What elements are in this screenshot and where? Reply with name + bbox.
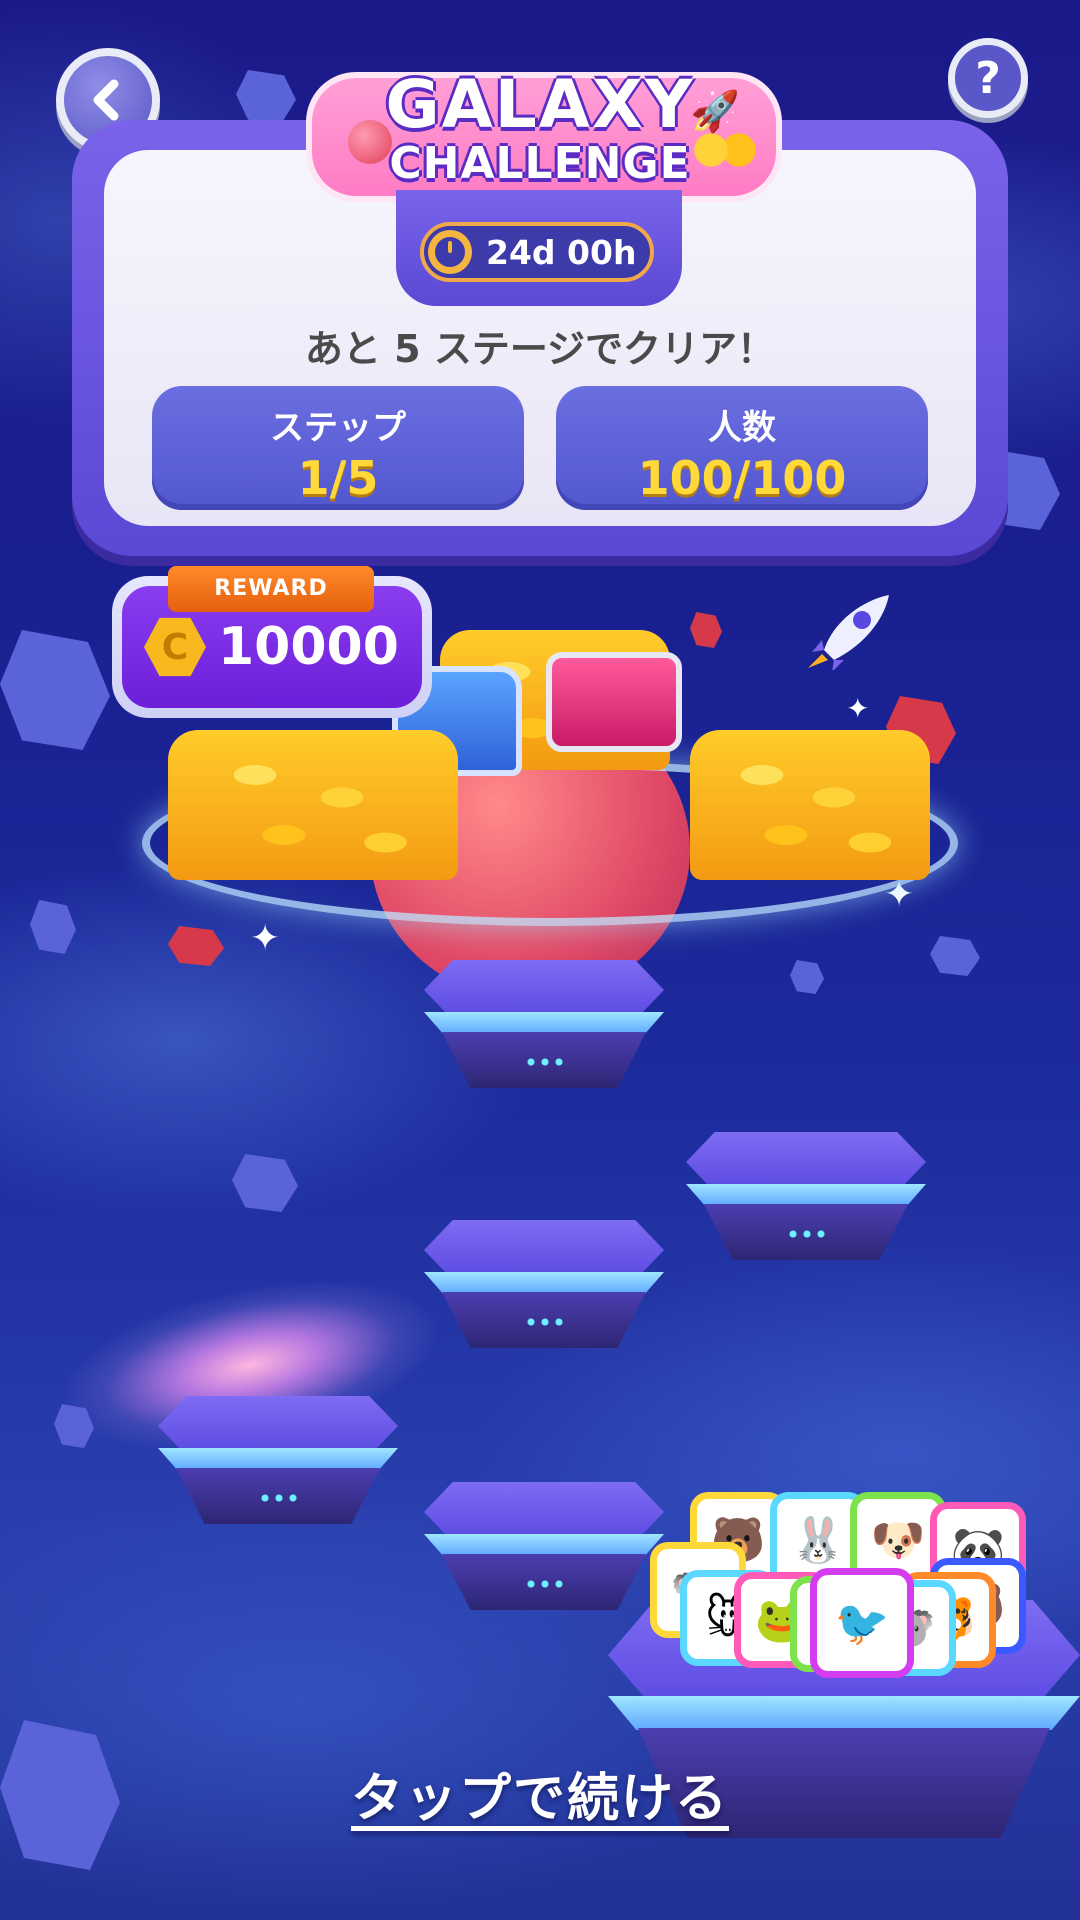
tap-to-continue-button[interactable]: タップで続ける	[340, 1756, 740, 1831]
timer-text: 24d 00h	[486, 232, 637, 272]
step-platform-5[interactable]	[424, 960, 664, 1090]
reward-amount: 10000	[218, 617, 399, 677]
question-mark-icon: ?	[975, 52, 1001, 104]
coin-pile	[168, 730, 458, 880]
reward-ribbon: REWARD	[168, 566, 374, 612]
stat-card-step: ステップ 1/5	[152, 386, 524, 510]
red-asteroid	[168, 926, 224, 966]
player-crowd: 🐻 🐰 🐶 🐼 🐨 🐻 🐭 🐸 🦊 🐯 🐨 🐦	[650, 1492, 1050, 1682]
chevron-left-icon	[93, 79, 119, 121]
stat-label: 人数	[708, 408, 776, 448]
coin-pile	[690, 730, 930, 880]
pink-chest-icon	[546, 652, 682, 752]
stat-value: 100/100	[637, 451, 847, 505]
clock-icon	[428, 230, 472, 274]
help-button[interactable]: ?	[948, 38, 1028, 118]
stat-card-players: 人数 100/100	[556, 386, 928, 510]
asteroid	[0, 1720, 120, 1870]
rocket-icon	[808, 595, 889, 670]
logo-subtitle: CHALLENGE	[389, 138, 691, 189]
asteroid	[790, 960, 824, 994]
step-platform-3[interactable]	[424, 1220, 664, 1350]
coin-icon: C	[144, 617, 206, 677]
step-platform-2[interactable]	[158, 1396, 398, 1526]
stat-label: ステップ	[270, 408, 406, 448]
asteroid	[236, 70, 296, 124]
stat-value: 1/5	[297, 451, 379, 505]
step-platform-4[interactable]	[686, 1132, 926, 1262]
asteroid	[930, 936, 980, 976]
logo-title: GALAXY	[385, 66, 695, 143]
sparkle-icon: ✦	[250, 918, 281, 959]
red-asteroid	[690, 612, 722, 648]
asteroid	[30, 900, 76, 954]
timer-badge: 24d 00h	[420, 222, 654, 282]
player-avatar-self: 🐦	[810, 1568, 914, 1678]
sparkle-icon: ✦	[846, 692, 870, 725]
step-platform-1[interactable]	[424, 1482, 664, 1612]
progress-message: あと 5 ステージでクリア！	[304, 327, 776, 371]
asteroid	[0, 630, 110, 750]
asteroid	[232, 1154, 298, 1212]
